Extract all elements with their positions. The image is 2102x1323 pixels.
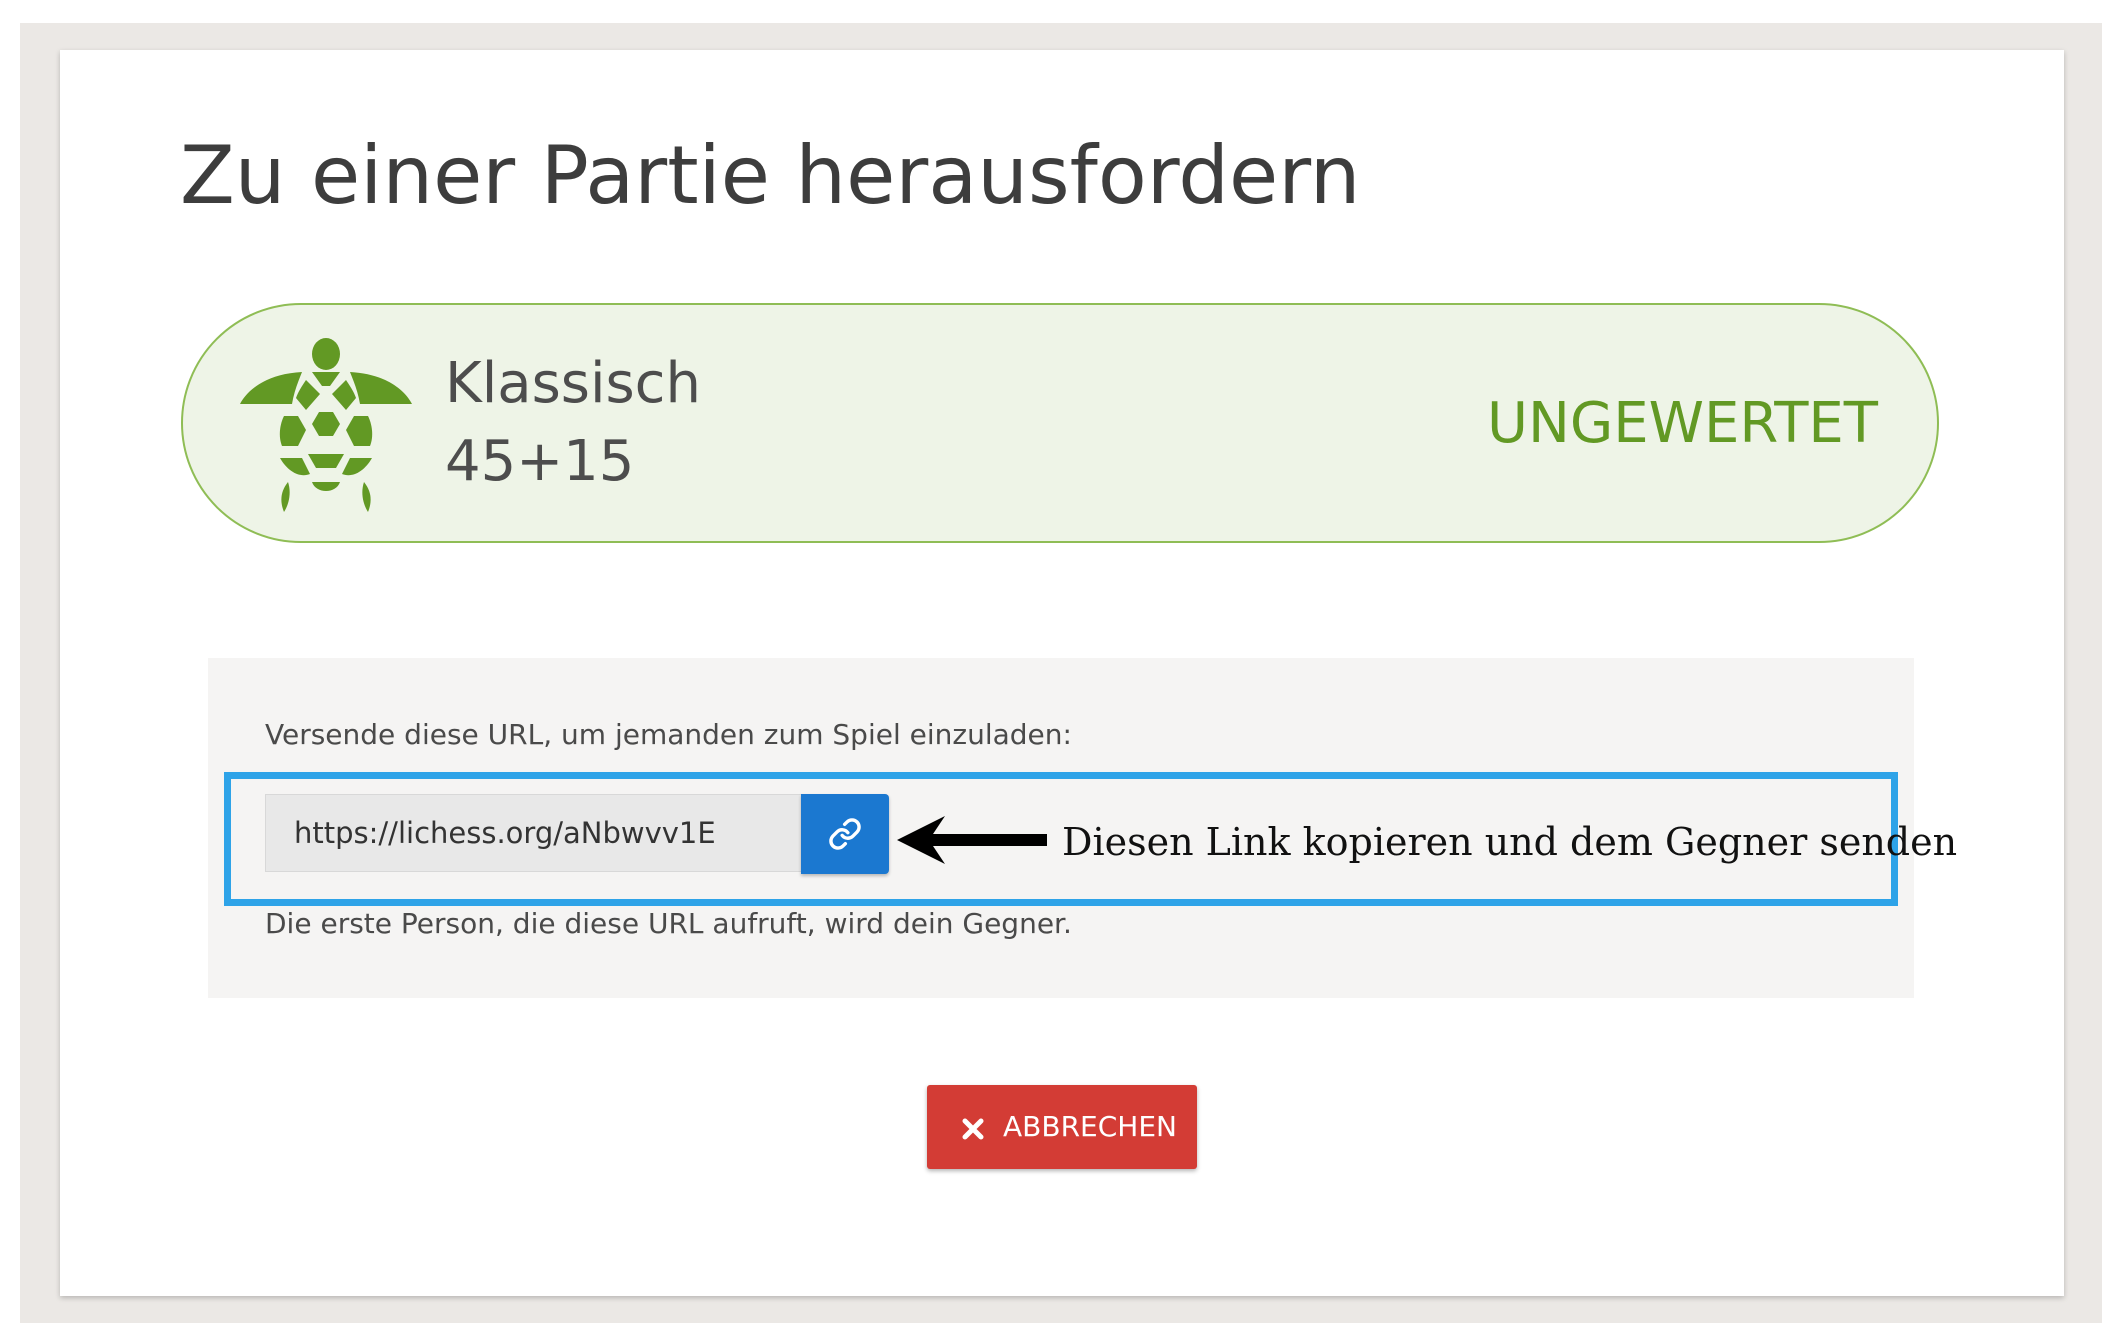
invite-instruction: Versende diese URL, um jemanden zum Spie… xyxy=(265,718,1072,751)
turtle-icon xyxy=(240,338,412,512)
annotation-arrow-icon xyxy=(897,816,1047,864)
dialog-title: Zu einer Partie herausfordern xyxy=(180,129,1361,222)
rated-status-label: UNGEWERTET xyxy=(1486,391,1878,456)
close-icon xyxy=(962,1118,984,1140)
cancel-button[interactable]: ABBRECHEN xyxy=(927,1085,1197,1169)
annotation-text: Diesen Link kopieren und dem Gegner send… xyxy=(1062,820,1958,864)
time-control-name: Klassisch xyxy=(445,351,701,416)
invite-hint: Die erste Person, die diese URL aufruft,… xyxy=(265,907,1072,940)
time-control-clock: 45+15 xyxy=(445,429,635,494)
cancel-button-label: ABBRECHEN xyxy=(1003,1110,1177,1143)
